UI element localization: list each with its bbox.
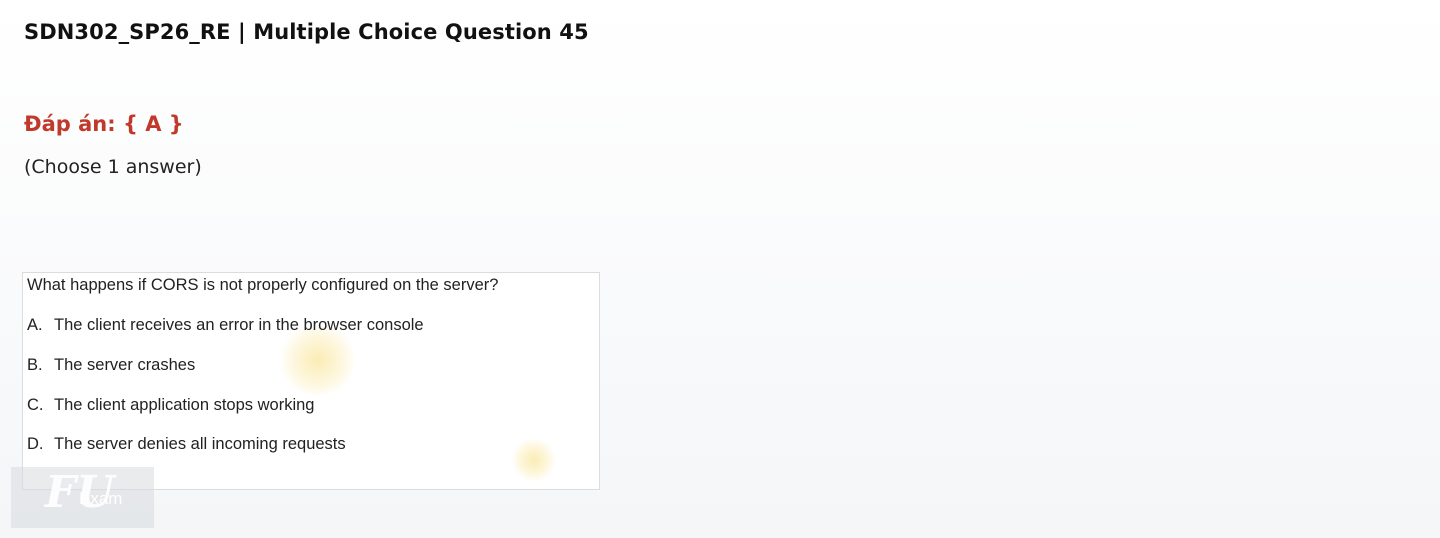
- page-title: SDN302_SP26_RE | Multiple Choice Questio…: [24, 20, 589, 44]
- option-text: The server crashes: [54, 356, 196, 374]
- watermark-text: Exam: [79, 489, 123, 508]
- option-a[interactable]: A. The client receives an error in the br…: [27, 316, 424, 335]
- option-letter: C.: [27, 396, 44, 414]
- option-letter: B.: [27, 356, 43, 374]
- watermark-logo: FU Exam: [11, 467, 154, 528]
- question-stem: What happens if CORS is not properly con…: [27, 276, 499, 294]
- question-image: What happens if CORS is not properly con…: [22, 272, 600, 490]
- option-letter: D.: [27, 435, 44, 453]
- stain-mark: [278, 325, 358, 395]
- option-text: The client receives an error in the brow…: [54, 316, 424, 334]
- option-b[interactable]: B. The server crashes: [27, 356, 195, 375]
- option-letter: A.: [27, 316, 43, 334]
- option-text: The server denies all incoming requests: [54, 435, 346, 453]
- stain-mark: [511, 439, 557, 481]
- option-text: The client application stops working: [54, 396, 315, 414]
- option-c[interactable]: C. The client application stops working: [27, 396, 314, 415]
- option-d[interactable]: D. The server denies all incoming request…: [27, 435, 346, 454]
- answer-key: Đáp án: { A }: [24, 112, 184, 136]
- choose-instruction: (Choose 1 answer): [24, 156, 202, 178]
